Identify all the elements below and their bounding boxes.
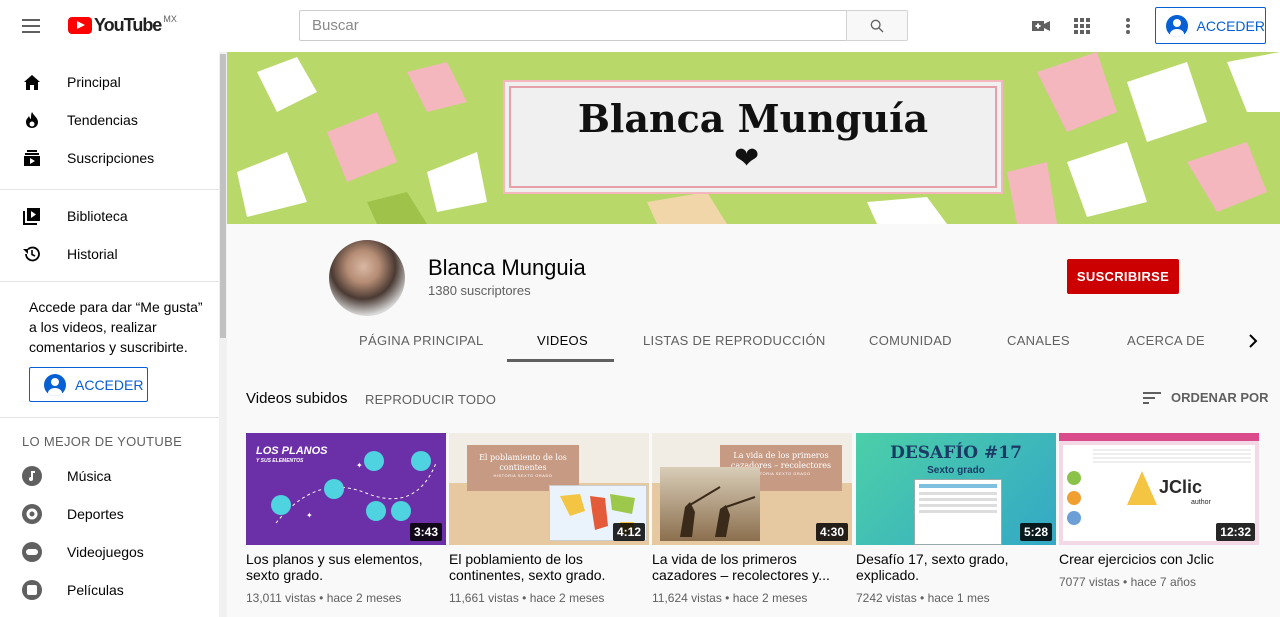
thumbnail-subtitle: HISTORIA SEXTO GRADO — [493, 473, 553, 478]
apps-grid-icon[interactable] — [1070, 14, 1094, 38]
svg-text:✦: ✦ — [356, 461, 363, 470]
sidebar-item-tendencias[interactable]: Tendencias — [0, 101, 219, 139]
home-icon — [22, 72, 42, 92]
tab-comunidad[interactable]: COMUNIDAD — [869, 333, 952, 348]
video-thumbnail[interactable]: DESAFÍO #17 Sexto grado 5:28 — [856, 433, 1056, 545]
jclic-logo-icon — [1127, 471, 1157, 505]
channel-header: Blanca Munguia 1380 suscriptores SUSCRIB… — [227, 224, 1280, 364]
history-icon — [22, 244, 42, 264]
svg-text:✦: ✦ — [306, 511, 313, 520]
thumbnail-title: DESAFÍO #17 — [890, 443, 1022, 463]
video-meta: 7242 vistas • hace 1 mes — [856, 591, 990, 605]
tab-canales[interactable]: CANALES — [1007, 333, 1070, 348]
video-duration: 12:32 — [1216, 523, 1255, 541]
sidebar-item-videojuegos[interactable]: Videojuegos — [0, 533, 219, 571]
heart-icon: ❤ — [734, 142, 760, 175]
sidebar-divider — [0, 189, 219, 190]
tab-videos[interactable]: VIDEOS — [537, 333, 588, 348]
video-duration: 5:28 — [1019, 523, 1052, 541]
hunters-illustration — [660, 467, 760, 541]
subscriptions-icon — [22, 148, 42, 168]
library-icon — [22, 206, 42, 226]
section-title: Videos subidos — [246, 390, 348, 407]
video-duration: 3:43 — [409, 523, 442, 541]
tab-listas-de-reproduccion[interactable]: LISTAS DE REPRODUCCIÓN — [643, 333, 826, 348]
search-box — [299, 10, 847, 41]
option-icon — [1067, 471, 1081, 485]
banner-title: Blanca Munguía — [577, 96, 929, 141]
uploaded-videos-section: Videos subidos REPRODUCIR TODO ORDENAR P… — [227, 364, 1280, 617]
search-icon — [870, 19, 884, 32]
sidebar-item-peliculas[interactable]: Películas — [0, 571, 219, 609]
hamburger-menu-icon[interactable] — [22, 16, 44, 36]
chevron-right-icon[interactable] — [1248, 334, 1258, 348]
sidebar-scrollbar-thumb[interactable] — [220, 54, 226, 338]
video-meta: 7077 vistas • hace 7 años — [1059, 575, 1196, 589]
account-circle-icon — [44, 373, 66, 396]
banner-title-box: Blanca Munguía ❤ — [503, 80, 1003, 194]
sort-button[interactable]: ORDENAR POR — [1143, 390, 1269, 405]
top-header: YouTube MX ACCEDER — [0, 0, 1280, 52]
video-duration: 4:12 — [612, 523, 645, 541]
video-meta: 11,624 vistas • hace 2 meses — [652, 591, 808, 605]
sidebar-item-historial[interactable]: Historial — [0, 235, 219, 273]
video-meta: 11,661 vistas • hace 2 meses — [449, 591, 605, 605]
thumbnail-subtitle: author — [1191, 499, 1211, 506]
app-titlebar — [1059, 433, 1259, 441]
subscriber-count: 1380 suscriptores — [428, 283, 531, 298]
sidebar-item-biblioteca[interactable]: Biblioteca — [0, 197, 219, 235]
sidebar-item-musica[interactable]: Música — [0, 457, 219, 495]
tab-pagina-principal[interactable]: PÁGINA PRINCIPAL — [359, 333, 484, 348]
sidebar-item-deportes[interactable]: Deportes — [0, 495, 219, 533]
sidebar-signin-button[interactable]: ACCEDER — [29, 367, 148, 402]
video-thumbnail[interactable]: La vida de los primeros cazadores – reco… — [652, 433, 852, 545]
option-icon — [1067, 491, 1081, 505]
channel-avatar[interactable] — [329, 240, 405, 316]
video-title[interactable]: El poblamiento de los continentes, sexto… — [449, 551, 645, 583]
gaming-icon — [22, 542, 42, 562]
thumbnail-title: JClic — [1159, 477, 1203, 497]
video-thumbnail[interactable]: LOS PLANOS Y SUS ELEMENTOS ✦ ✦ 3:43 — [246, 433, 446, 545]
channel-banner: Blanca Munguía ❤ — [227, 52, 1280, 224]
music-icon — [22, 466, 42, 486]
video-meta: 13,011 vistas • hace 2 meses — [246, 591, 402, 605]
active-tab-indicator — [507, 359, 614, 362]
sort-icon — [1143, 391, 1161, 404]
play-all-button[interactable]: REPRODUCIR TODO — [365, 392, 496, 407]
video-title[interactable]: Desafío 17, sexto grado, explicado. — [856, 551, 1052, 583]
subscribe-button[interactable]: SUSCRIBIRSE — [1067, 259, 1179, 294]
video-title[interactable]: Los planos y sus elementos, sexto grado. — [246, 551, 442, 583]
movies-icon — [22, 580, 42, 600]
video-thumbnail[interactable]: El poblamiento de los continentes HISTOR… — [449, 433, 649, 545]
best-of-youtube-title: LO MEJOR DE YOUTUBE — [22, 434, 183, 449]
sidebar-item-suscripciones[interactable]: Suscripciones — [0, 139, 219, 177]
more-vertical-icon[interactable] — [1116, 14, 1140, 38]
channel-name: Blanca Munguia — [428, 255, 586, 280]
header-signin-button[interactable]: ACCEDER — [1155, 7, 1266, 44]
youtube-play-icon — [68, 17, 92, 34]
sidebar-divider — [0, 417, 219, 418]
text-lines — [1093, 449, 1251, 463]
sidebar: Principal Tendencias Suscripciones Bibli… — [0, 52, 219, 617]
tab-acerca-de[interactable]: ACERCA DE — [1127, 333, 1205, 348]
signin-prompt: Accede para dar “Me gusta” a los videos,… — [29, 299, 203, 355]
search-button[interactable] — [846, 10, 908, 41]
sports-icon — [22, 504, 42, 524]
youtube-logo[interactable]: YouTube MX — [68, 14, 177, 36]
trending-icon — [22, 110, 42, 130]
video-thumbnail[interactable]: JClic author 12:32 — [1059, 433, 1259, 545]
create-video-icon[interactable] — [1029, 14, 1053, 38]
thumbnail-title: El poblamiento de los continentes — [479, 453, 567, 472]
video-duration: 4:30 — [815, 523, 848, 541]
search-input[interactable] — [300, 11, 846, 40]
worksheet-graphic — [914, 479, 1002, 545]
account-circle-icon — [1166, 14, 1188, 37]
sidebar-item-principal[interactable]: Principal — [0, 63, 219, 101]
thumbnail-subtitle: Sexto grado — [927, 465, 985, 476]
video-title[interactable]: La vida de los primeros cazadores – reco… — [652, 551, 848, 583]
option-icon — [1067, 511, 1081, 525]
sidebar-divider — [0, 281, 219, 282]
